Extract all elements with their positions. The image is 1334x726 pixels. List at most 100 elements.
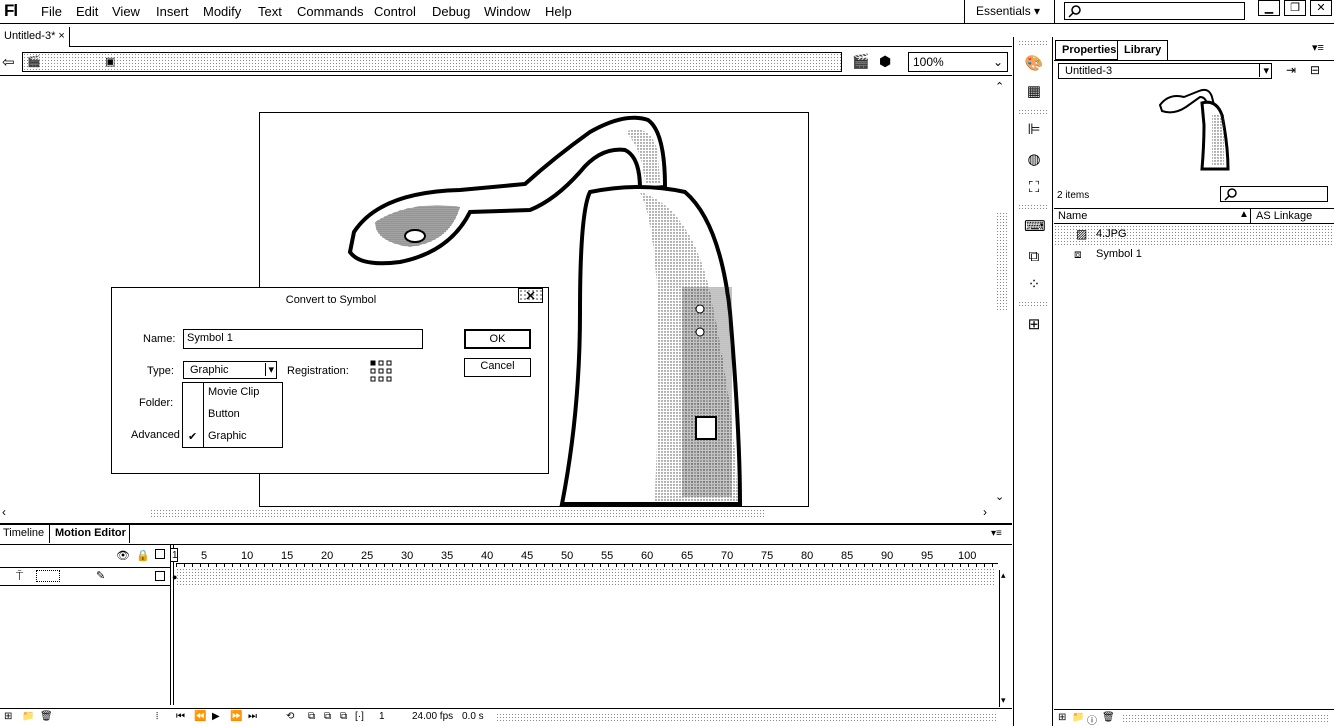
menu-window[interactable]: Window [484, 4, 530, 19]
type-option-graphic[interactable]: ✔ Graphic [183, 427, 282, 449]
ok-button[interactable]: OK [464, 329, 531, 349]
menu-control[interactable]: Control [374, 4, 416, 19]
edit-multiple-icon[interactable]: ⧉ [340, 711, 347, 722]
advanced-toggle[interactable]: Advanced [131, 429, 180, 441]
menu-commands[interactable]: Commands [297, 4, 363, 19]
edit-scene-icon[interactable]: 🎬 [852, 53, 869, 70]
layer-outline-toggle[interactable] [155, 571, 165, 581]
scroll-up-icon[interactable]: ⌃ [995, 80, 1004, 93]
delete-layer-icon[interactable]: 🗑 [40, 711, 53, 722]
project-icon[interactable]: ⊞ [1024, 315, 1044, 335]
components-icon[interactable]: ⧉ [1024, 247, 1044, 267]
registration-grid-icon[interactable] [370, 360, 392, 382]
menu-view[interactable]: View [112, 4, 140, 19]
edit-symbols-icon[interactable]: ⬢ [879, 53, 891, 70]
scroll-thumb[interactable] [150, 509, 765, 519]
onion-markers-icon[interactable]: [·] [355, 711, 364, 722]
minimize-button[interactable]: ▁ [1258, 0, 1280, 16]
type-select[interactable]: Graphic ▾ [183, 361, 277, 379]
code-snippets-icon[interactable]: ⌨ [1024, 217, 1046, 237]
play-icon[interactable]: ▶ [212, 711, 220, 722]
scroll-left-icon[interactable]: ‹ [2, 505, 6, 519]
grip-handle[interactable] [1018, 204, 1048, 210]
show-hide-icon[interactable]: 👁 [116, 549, 130, 562]
timeline-vertical-scrollbar[interactable]: ▴ ▾ [999, 570, 1011, 707]
menu-edit[interactable]: Edit [76, 4, 98, 19]
info-globe-icon[interactable]: ◍ [1024, 150, 1044, 170]
next-frame-icon[interactable]: ⏩ [230, 711, 242, 722]
align-icon[interactable]: ⊫ [1024, 120, 1044, 140]
loop-icon[interactable]: ⟲ [286, 711, 294, 722]
symbol-icon[interactable]: ▣ [105, 55, 115, 68]
color-panel-icon[interactable]: 🎨 [1024, 54, 1044, 74]
properties-icon[interactable]: ⓘ [1087, 712, 1097, 726]
stage-vertical-scrollbar[interactable]: ⌃ ⌄ [995, 80, 1009, 510]
prev-frame-icon[interactable]: ⏪ [194, 711, 206, 722]
new-folder-icon[interactable]: 📁 [1072, 712, 1084, 723]
library-item[interactable]: ⧈ Symbol 1 [1054, 245, 1334, 265]
scroll-thumb[interactable] [996, 212, 1008, 312]
close-tab-icon[interactable]: × [58, 30, 64, 42]
delete-icon[interactable]: 🗑 [1102, 712, 1115, 723]
transform-icon[interactable]: ⛶ [1024, 178, 1044, 198]
library-horizontal-scrollbar[interactable] [1122, 714, 1328, 724]
onion-outlines-icon[interactable]: ⧉ [324, 711, 331, 722]
scroll-up-icon[interactable]: ▴ [1001, 570, 1006, 581]
tab-library[interactable]: Library [1117, 40, 1169, 61]
menu-file[interactable]: File [41, 4, 62, 19]
current-frame[interactable]: 1 [379, 711, 385, 722]
help-search-input[interactable] [1064, 2, 1245, 20]
menu-text[interactable]: Text [258, 4, 282, 19]
onion-skin-icon[interactable]: ⧉ [308, 711, 315, 722]
menu-modify[interactable]: Modify [203, 4, 241, 19]
library-document-select[interactable]: Untitled-3 ▾ [1058, 63, 1272, 79]
stage-horizontal-scrollbar[interactable]: ‹ › [0, 505, 1000, 521]
symbol-name-input[interactable]: Symbol 1 [183, 329, 423, 349]
grip-icon[interactable]: ⦙ [156, 711, 158, 722]
lock-icon[interactable]: 🔒 [136, 549, 150, 562]
layer-row[interactable]: ⍑ ✎ [0, 567, 170, 586]
scene-icon[interactable]: 🎬 [27, 55, 41, 68]
workspace-switcher[interactable]: Essentials ▾ [976, 4, 1040, 18]
timeline-horizontal-scrollbar[interactable] [496, 713, 996, 723]
column-name[interactable]: Name [1058, 210, 1087, 222]
new-library-panel-icon[interactable]: ⊟ [1310, 63, 1320, 77]
zoom-select[interactable]: 100% ⌄ [908, 52, 1008, 72]
column-as-linkage[interactable]: AS Linkage [1256, 210, 1312, 222]
cancel-button[interactable]: Cancel [464, 358, 531, 377]
frame-track[interactable]: ● [172, 568, 996, 585]
back-arrow-icon[interactable]: ⇦ [2, 53, 15, 71]
last-frame-icon[interactable]: ⏭ [248, 711, 257, 722]
close-window-button[interactable]: ✕ [1310, 0, 1332, 16]
type-option-button[interactable]: Button [183, 405, 282, 427]
type-option-movie-clip[interactable]: Movie Clip [183, 383, 282, 405]
frame-rate[interactable]: 24.00 fps [412, 711, 453, 722]
tab-timeline[interactable]: Timeline [0, 525, 50, 543]
scroll-down-icon[interactable]: ⌄ [995, 490, 1004, 503]
sort-arrow-icon[interactable]: ▲ [1239, 209, 1249, 220]
scroll-down-icon[interactable]: ▾ [1001, 695, 1006, 706]
menu-help[interactable]: Help [545, 4, 572, 19]
menu-insert[interactable]: Insert [156, 4, 189, 19]
grip-handle[interactable] [1018, 301, 1048, 307]
tab-motion-editor[interactable]: Motion Editor [52, 525, 130, 543]
new-layer-icon[interactable]: ⊞ [4, 711, 12, 722]
panel-menu-icon[interactable]: ▾≡ [991, 528, 1002, 539]
grip-handle[interactable] [1018, 109, 1048, 115]
timeline-divider[interactable] [170, 545, 174, 705]
pin-library-icon[interactable]: ⇥ [1286, 63, 1296, 77]
library-item[interactable]: ▨ 4.JPG [1054, 225, 1334, 245]
dialog-close-button[interactable] [518, 288, 543, 303]
motion-presets-icon[interactable]: ⁘ [1024, 275, 1044, 295]
grip-handle[interactable] [1018, 40, 1048, 46]
first-frame-icon[interactable]: ⏮ [176, 711, 185, 722]
scroll-right-icon[interactable]: › [983, 505, 987, 519]
restore-button[interactable]: ❐ [1284, 0, 1306, 16]
document-tab[interactable]: Untitled-3* × [0, 27, 70, 47]
library-search-input[interactable] [1220, 186, 1328, 202]
new-symbol-icon[interactable]: ⊞ [1058, 712, 1066, 723]
new-folder-icon[interactable]: 📁 [22, 711, 34, 722]
outline-icon[interactable] [155, 549, 165, 559]
swatches-icon[interactable]: ▦ [1024, 82, 1044, 102]
panel-menu-icon[interactable]: ▾≡ [1312, 41, 1324, 54]
